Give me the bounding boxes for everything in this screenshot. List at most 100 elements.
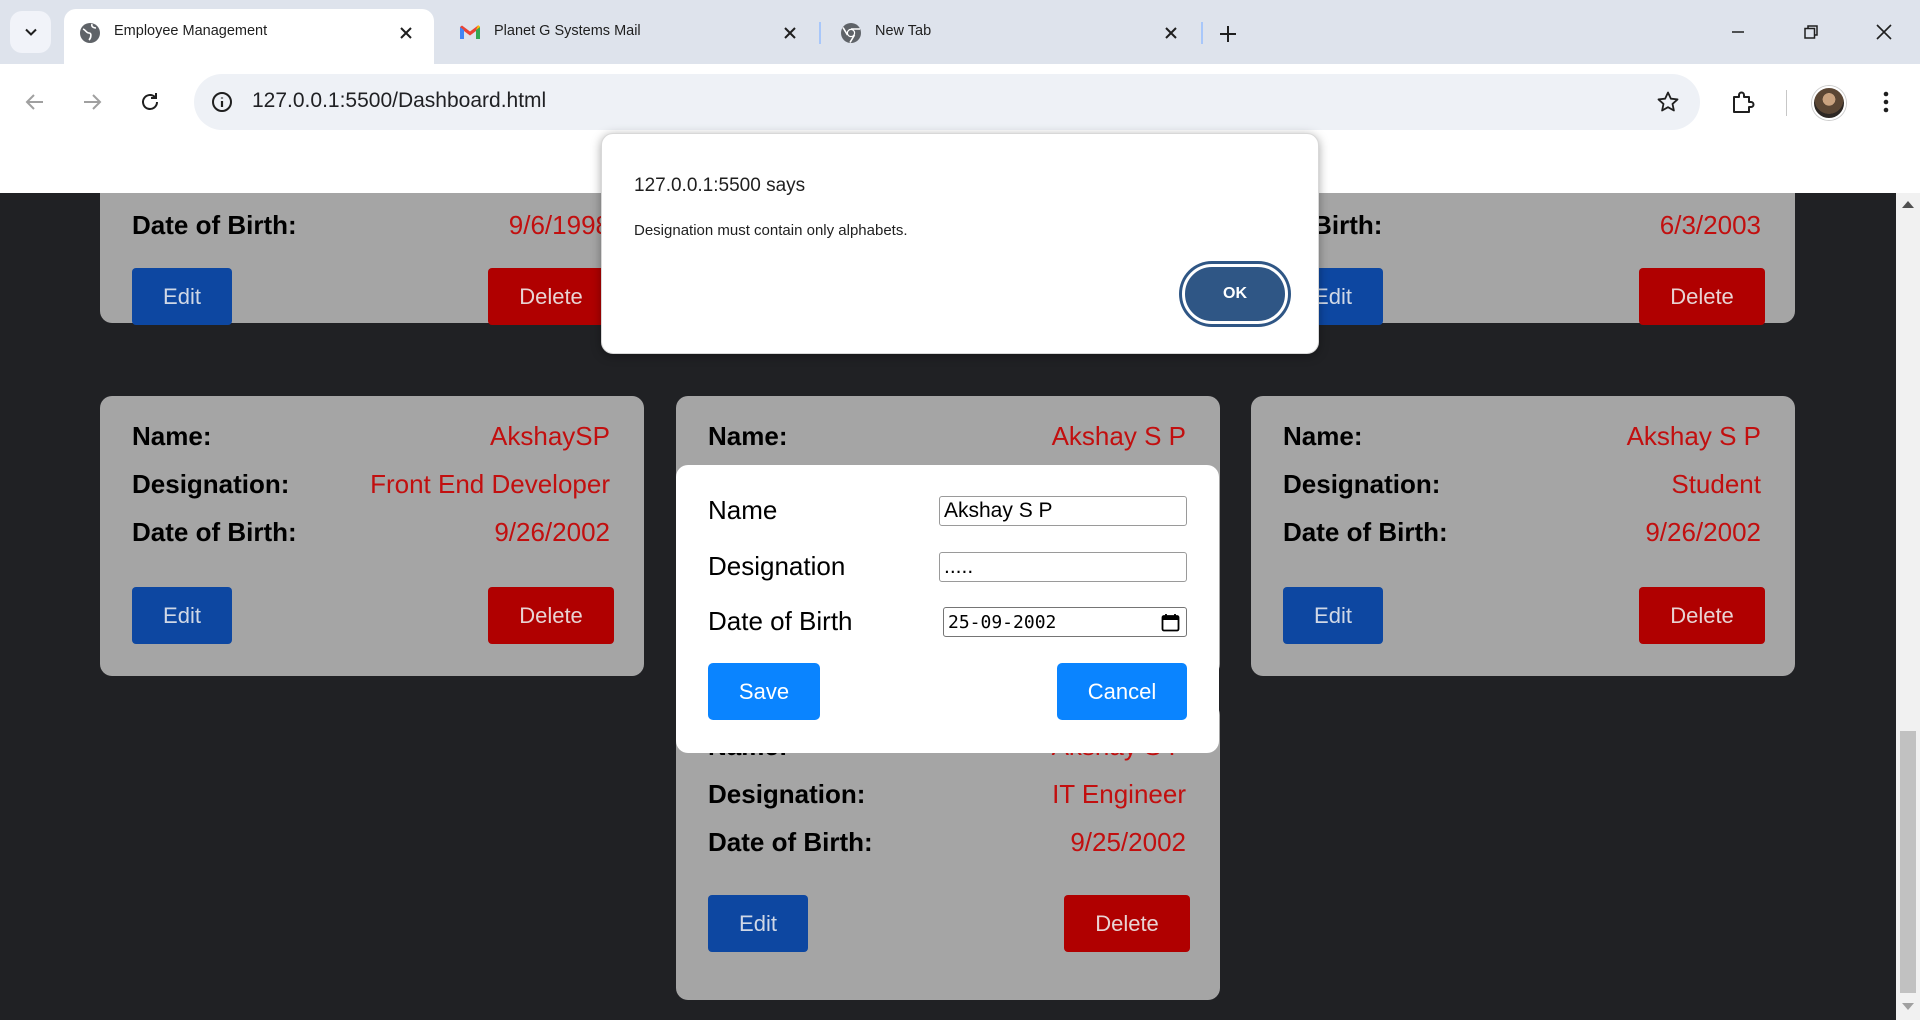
dob-value: 9/26/2002 — [1645, 516, 1761, 547]
tab-gmail[interactable]: Planet G Systems Mail — [444, 9, 814, 64]
chrome-icon — [841, 23, 861, 43]
close-icon — [1876, 24, 1892, 40]
designation-value: Front End Developer — [370, 468, 610, 499]
profile-avatar[interactable] — [1812, 86, 1846, 120]
name-row: Name: Akshay S P — [1283, 419, 1761, 453]
dob-label: Date of Birth: — [132, 516, 297, 547]
designation-value: IT Engineer — [1052, 778, 1186, 809]
scroll-down-arrow-icon[interactable] — [1902, 1003, 1914, 1010]
page-scrollbar[interactable] — [1896, 193, 1920, 1020]
tab-title: New Tab — [875, 23, 932, 39]
tab-search-button[interactable] — [10, 11, 51, 53]
designation-label: Designation: — [1283, 468, 1441, 499]
edit-employee-modal: Name Akshay S P Designation ..... Date o… — [676, 465, 1219, 753]
employee-card: Name: AkshaySP Designation: Front End De… — [100, 396, 644, 676]
delete-button[interactable]: Delete — [488, 268, 614, 325]
restore-button[interactable] — [1788, 14, 1834, 50]
new-tab-button[interactable] — [1213, 19, 1243, 49]
name-value: Akshay S P — [1626, 420, 1761, 451]
dob-value: 9/25/2002 — [1070, 826, 1186, 857]
more-vert-icon — [1883, 91, 1889, 113]
scrollbar-thumb[interactable] — [1900, 731, 1916, 993]
cancel-button[interactable]: Cancel — [1057, 663, 1187, 720]
edit-button[interactable]: Edit — [132, 587, 232, 644]
name-label: Name: — [1283, 420, 1363, 451]
modal-designation-label: Designation — [708, 551, 846, 581]
dob-row: Date of Birth: 9/26/2002 — [132, 515, 610, 549]
toolbar-divider — [1786, 90, 1787, 116]
designation-label: Designation: — [132, 468, 290, 499]
plus-icon — [1220, 26, 1236, 42]
dob-date-input[interactable]: 25-09-2002 — [943, 607, 1187, 637]
delete-button[interactable]: Delete — [1639, 587, 1765, 644]
tab-separator — [819, 22, 821, 44]
tab-strip: Employee Management Planet G Systems Mai… — [0, 0, 1920, 64]
name-value: AkshaySP — [490, 420, 610, 451]
calendar-icon[interactable] — [1161, 613, 1180, 632]
name-value: Akshay S P — [1051, 420, 1186, 451]
dob-label: Date of Birth: — [1283, 516, 1448, 547]
employee-card: te of Birth: 6/3/2003 Edit Delete — [1251, 193, 1795, 325]
alert-ok-button[interactable]: OK — [1182, 264, 1288, 324]
chevron-down-icon — [24, 28, 37, 36]
alert-title: 127.0.0.1:5500 says — [634, 175, 806, 196]
arrow-left-icon — [25, 94, 43, 110]
address-bar[interactable]: 127.0.0.1:5500/Dashboard.html — [194, 74, 1700, 130]
tab-title: Planet G Systems Mail — [494, 23, 641, 39]
dob-value: 6/3/2003 — [1659, 209, 1761, 240]
designation-value: Student — [1671, 468, 1761, 499]
arrow-right-icon — [84, 94, 102, 110]
edit-button[interactable]: Edit — [708, 895, 808, 952]
employee-card: Name: Akshay S P Designation: Student Da… — [1251, 396, 1795, 676]
alert-dialog: 127.0.0.1:5500 says Designation must con… — [601, 133, 1319, 354]
forward-button[interactable] — [74, 84, 110, 120]
modal-dob-label: Date of Birth — [708, 606, 853, 636]
menu-button[interactable] — [1866, 82, 1906, 122]
dob-date-value: 25-09-2002 — [948, 611, 1057, 633]
designation-row: Designation: IT Engineer — [708, 777, 1186, 811]
back-button[interactable] — [17, 84, 53, 120]
site-info-button[interactable] — [206, 86, 238, 118]
dob-value: 9/26/2002 — [494, 516, 610, 547]
dob-row: te of Birth: 6/3/2003 — [1251, 208, 1761, 242]
close-tab-icon[interactable] — [778, 21, 802, 45]
tab-new-tab[interactable]: New Tab — [825, 9, 1195, 64]
edit-button[interactable]: Edit — [132, 268, 232, 325]
close-tab-icon[interactable] — [1159, 21, 1183, 45]
alert-message: Designation must contain only alphabets. — [634, 222, 908, 239]
puzzle-icon — [1733, 91, 1755, 113]
tab-employee-management[interactable]: Employee Management — [64, 9, 434, 64]
name-row: Name: Akshay S P — [708, 419, 1186, 453]
close-window-button[interactable] — [1861, 14, 1907, 50]
scroll-up-arrow-icon[interactable] — [1902, 201, 1914, 208]
tab-title: Employee Management — [114, 23, 268, 39]
bookmark-button[interactable] — [1652, 86, 1684, 118]
dob-row: Date of Birth: 9/25/2002 — [708, 825, 1186, 859]
dob-row: Date of Birth: 9/6/1998 — [132, 208, 610, 242]
name-row: Name: AkshaySP — [132, 419, 610, 453]
name-label: Name: — [132, 420, 212, 451]
close-tab-icon[interactable] — [394, 21, 418, 45]
extensions-button[interactable] — [1723, 82, 1763, 122]
employee-card: Date of Birth: 9/6/1998 Edit Delete — [100, 193, 644, 325]
designation-input[interactable]: ..... — [939, 552, 1187, 582]
reload-button[interactable] — [132, 84, 168, 120]
tab-separator — [1201, 22, 1203, 44]
minimize-icon — [1732, 31, 1744, 33]
dob-label: Date of Birth: — [132, 209, 297, 240]
info-icon — [212, 92, 232, 112]
designation-row: Designation: Student — [1283, 467, 1761, 501]
name-input[interactable]: Akshay S P — [939, 496, 1187, 526]
globe-icon — [80, 23, 100, 43]
delete-button[interactable]: Delete — [1064, 895, 1190, 952]
save-button[interactable]: Save — [708, 663, 820, 720]
minimize-button[interactable] — [1715, 14, 1761, 50]
restore-icon — [1804, 25, 1818, 39]
name-label: Name: — [708, 420, 788, 451]
url-text[interactable]: 127.0.0.1:5500/Dashboard.html — [252, 89, 546, 113]
delete-button[interactable]: Delete — [488, 587, 614, 644]
reload-icon — [142, 93, 158, 110]
delete-button[interactable]: Delete — [1639, 268, 1765, 325]
edit-button[interactable]: Edit — [1283, 587, 1383, 644]
dob-label: Date of Birth: — [708, 826, 873, 857]
